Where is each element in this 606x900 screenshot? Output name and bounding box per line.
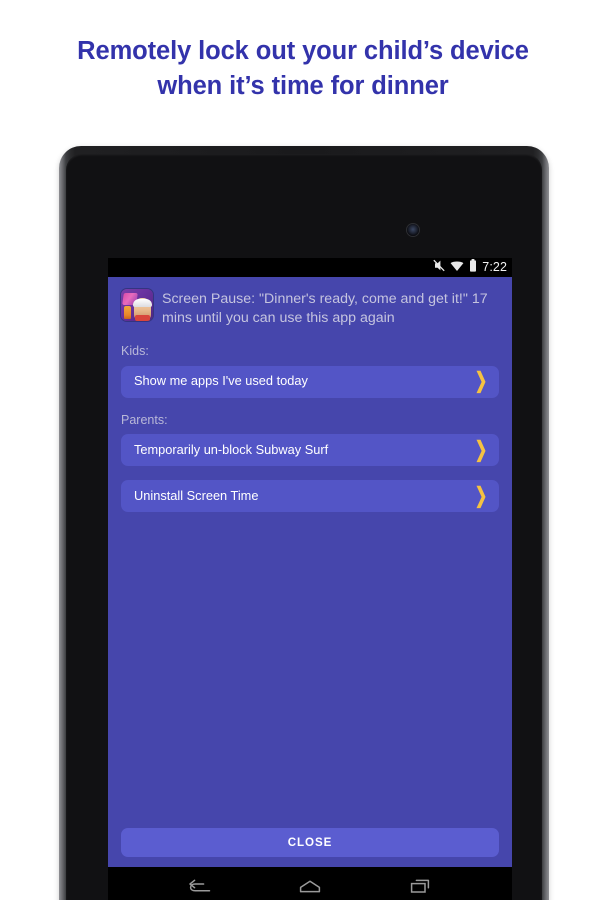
row-spacer [108,466,512,472]
status-bar: 7:22 [108,258,512,277]
screenshot-root: Remotely lock out your child’s device wh… [0,0,606,900]
screen-pause-panel: Screen Pause: "Dinner's ready, come and … [108,277,512,867]
section-label-parents: Parents: [121,412,168,427]
vibrate-muted-icon [433,259,445,277]
action-row-temporarily-unblock-subway-surf[interactable]: Temporarily un-block Subway Surf ❯ [121,434,499,466]
chevron-right-icon: ❯ [474,369,488,394]
character-scarf-shape [135,315,150,321]
home-icon[interactable] [287,870,333,900]
device-screen: 7:22 Screen Pause: "Dinner's ready, come… [108,258,512,900]
action-row-show-apps-used-today[interactable]: Show me apps I've used today ❯ [121,365,499,398]
battery-icon [469,258,477,277]
action-row-label: Temporarily un-block Subway Surf [134,441,329,457]
front-camera-icon [407,224,419,236]
wifi-icon [450,259,464,277]
back-icon[interactable] [177,870,223,900]
character-cap-shape [133,299,152,307]
section-label-kids: Kids: [121,344,149,358]
notification-message: Screen Pause: "Dinner's ready, come and … [162,291,488,326]
page-title-line-1: Remotely lock out your child’s device [77,37,529,65]
page-title-line-2: when it’s time for dinner [157,72,449,100]
tablet-device-frame: 7:22 Screen Pause: "Dinner's ready, come… [59,146,549,900]
spray-can-shape [124,306,131,319]
chevron-right-icon: ❯ [474,484,488,508]
action-row-label: Show me apps I've used today [134,373,308,389]
notification-header: Screen Pause: "Dinner's ready, come and … [108,277,512,328]
status-bar-clock: 7:22 [482,260,507,275]
subway-surfers-app-icon [121,289,153,321]
action-row-uninstall-screen-time[interactable]: Uninstall Screen Time ❯ [121,480,499,512]
android-navigation-bar [108,867,512,900]
close-button[interactable]: CLOSE [121,828,499,857]
tablet-bezel: 7:22 Screen Pause: "Dinner's ready, come… [66,154,542,900]
page-title: Remotely lock out your child’s device wh… [0,34,606,104]
action-row-label: Uninstall Screen Time [134,487,259,503]
recents-icon[interactable] [397,870,443,900]
chevron-right-icon: ❯ [474,438,488,462]
